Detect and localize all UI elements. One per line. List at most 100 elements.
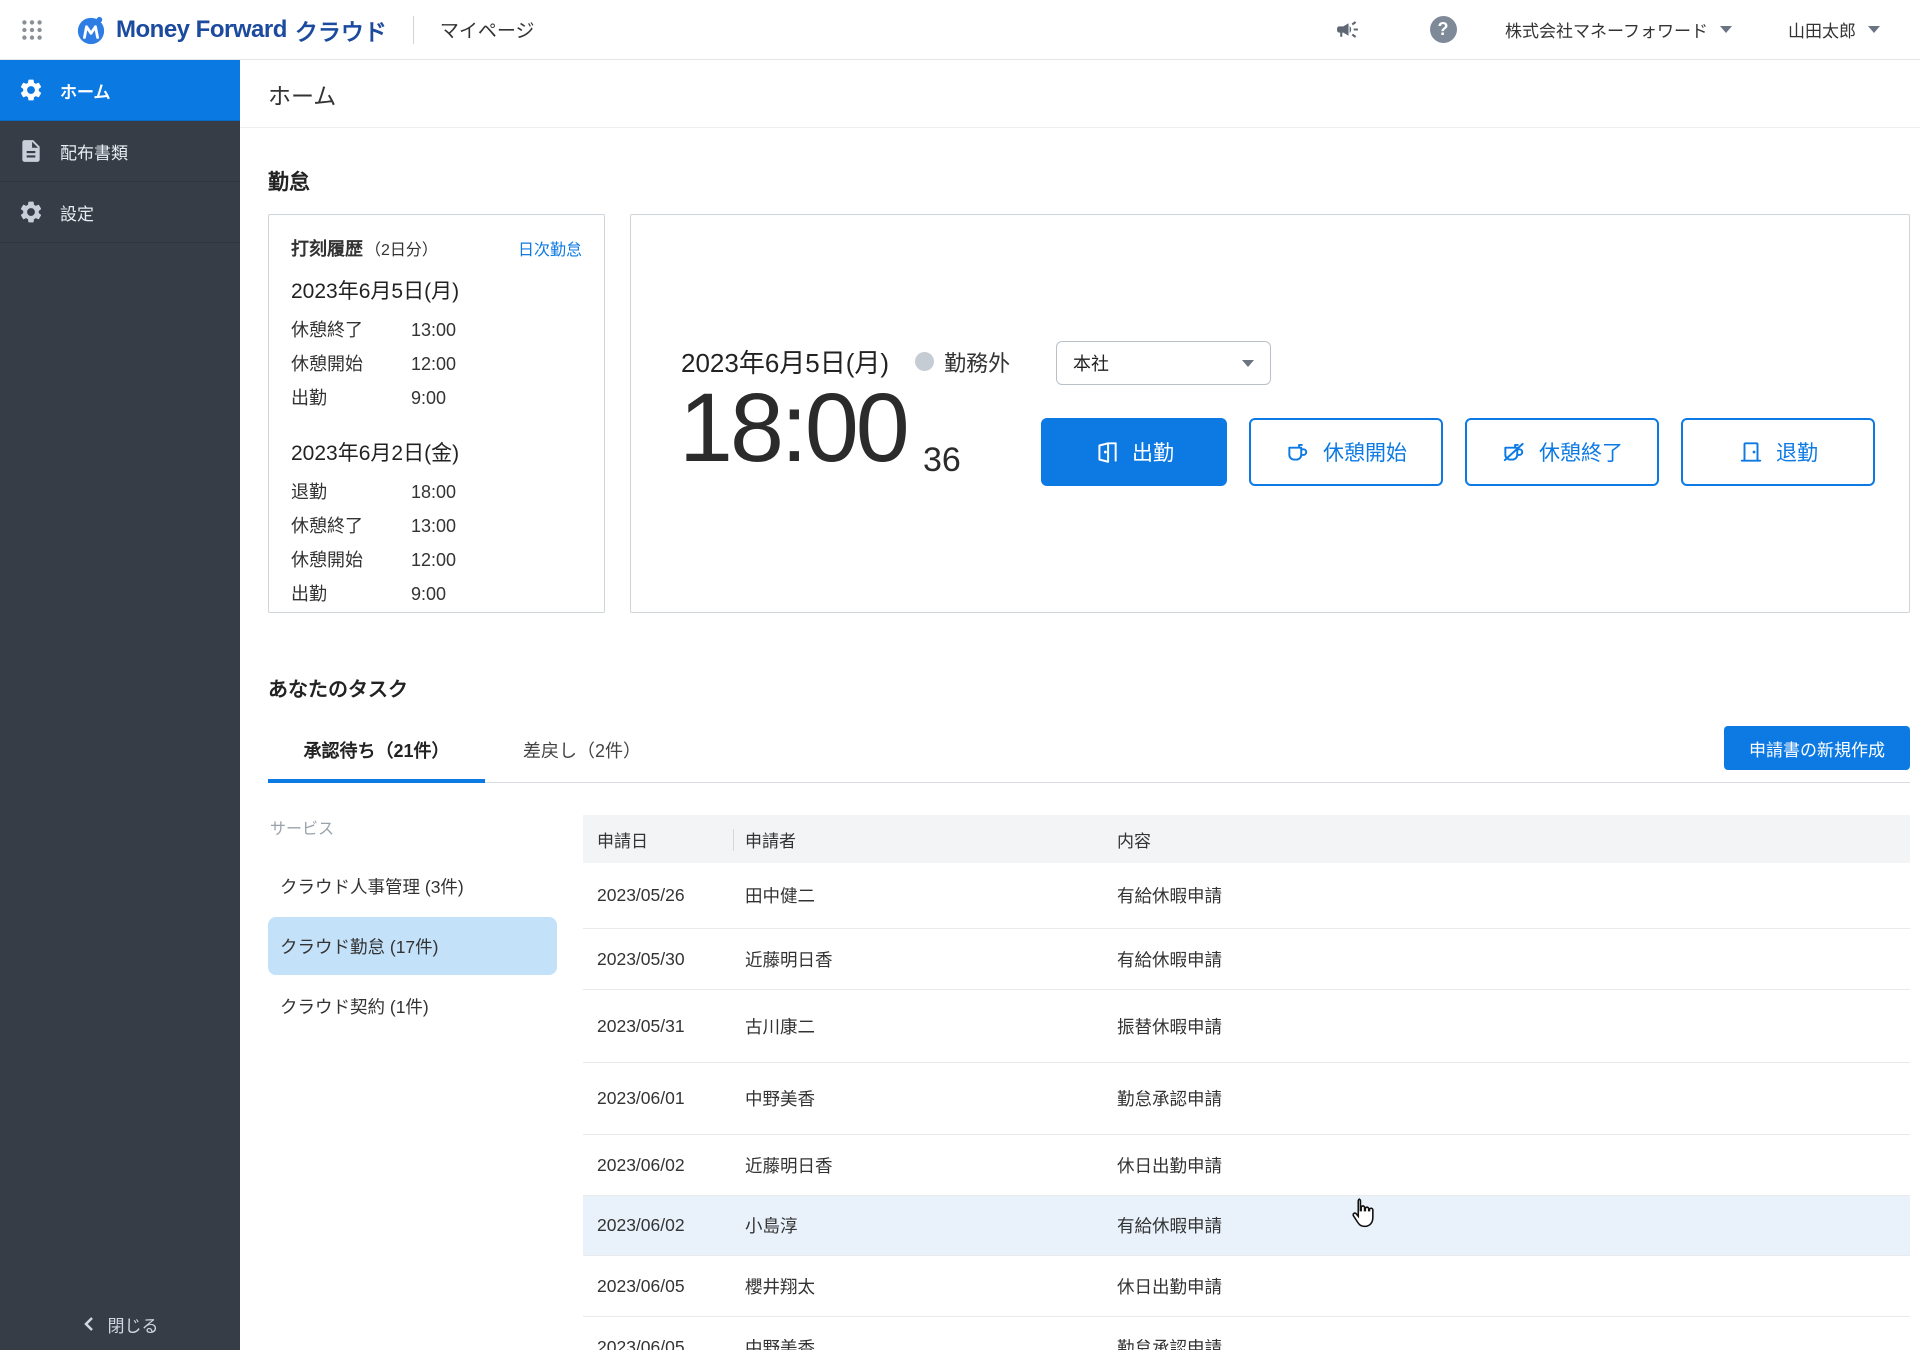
stamp-type: 退勤	[291, 475, 411, 509]
help-icon[interactable]: ?	[1425, 12, 1461, 48]
chevron-down-icon	[1868, 26, 1880, 33]
table-row-4[interactable]: 2023/06/02近藤明日香休日出勤申請	[583, 1135, 1910, 1196]
work-status-label: 勤務外	[944, 346, 1010, 378]
stamp-history-entry: 休憩開始12:00	[291, 347, 582, 381]
request-date: 2023/05/31	[597, 1016, 745, 1037]
daily-attendance-link[interactable]: 日次勤怠	[518, 236, 582, 260]
clock-button-1[interactable]: 休憩開始	[1249, 418, 1443, 486]
sidebar-item-2[interactable]: 設定	[0, 182, 240, 243]
tab-0[interactable]: 承認待ち（21件）	[268, 737, 485, 783]
table-row-2[interactable]: 2023/05/31古川康二振替休暇申請	[583, 990, 1910, 1063]
services-label: サービス	[268, 815, 557, 839]
stamp-type: 出勤	[291, 381, 411, 415]
stamp-type: 休憩終了	[291, 509, 411, 543]
stamp-type: 休憩開始	[291, 543, 411, 577]
brand-name: Money Forward	[116, 16, 287, 44]
stamp-type: 休憩終了	[291, 313, 411, 347]
break-end-cup-icon	[1501, 439, 1539, 465]
attendance-section-title: 勤怠	[268, 166, 1920, 196]
sidebar-item-label: 配布書類	[60, 139, 128, 164]
sidebar-close-button[interactable]: 閉じる	[0, 1298, 240, 1350]
page-title-bar: ホーム	[240, 60, 1920, 128]
apps-grid-icon[interactable]	[14, 12, 50, 48]
stamp-history-day: 2023年6月2日(金)退勤18:00休憩終了13:00休憩開始12:00出勤9…	[291, 437, 582, 611]
table-row-3[interactable]: 2023/06/01中野美香勤怠承認申請	[583, 1063, 1910, 1135]
stamp-history-entry: 休憩開始12:00	[291, 543, 582, 577]
stamp-history-entry: 出勤9:00	[291, 577, 582, 611]
header-divider	[413, 16, 414, 44]
clock-button-label: 休憩終了	[1539, 437, 1623, 467]
service-filter-list: サービス クラウド人事管理 (3件)クラウド勤怠 (17件)クラウド契約 (1件…	[268, 815, 557, 1350]
stamp-time: 12:00	[411, 543, 456, 577]
table-row-0[interactable]: 2023/05/26田中健二有給休暇申請	[583, 863, 1910, 929]
stamp-time: 12:00	[411, 347, 456, 381]
company-name: 株式会社マネーフォワード	[1505, 17, 1708, 42]
clock-button-label: 退勤	[1776, 437, 1818, 467]
table-row-5[interactable]: 2023/06/02小島淳有給休暇申請	[583, 1196, 1910, 1256]
chevron-left-icon	[82, 1316, 98, 1332]
table-column-header-1: 申請者	[745, 827, 1117, 852]
request-content: 休日出勤申請	[1117, 1153, 1910, 1178]
location-select[interactable]: 本社	[1056, 341, 1271, 385]
service-filter-item-1[interactable]: クラウド勤怠 (17件)	[268, 917, 557, 975]
clock-button-label: 休憩開始	[1323, 437, 1407, 467]
request-date: 2023/06/01	[597, 1088, 745, 1109]
table-row-7[interactable]: 2023/06/05中野美香勤怠承認申請	[583, 1317, 1910, 1350]
stamp-history-entry: 休憩終了13:00	[291, 313, 582, 347]
clock-button-2[interactable]: 休憩終了	[1465, 418, 1659, 486]
request-applicant: 近藤明日香	[745, 947, 1117, 972]
user-menu[interactable]: 山田太郎	[1788, 17, 1880, 42]
request-content: 振替休暇申請	[1117, 1014, 1910, 1039]
clock-button-label: 出勤	[1132, 437, 1174, 467]
table-row-6[interactable]: 2023/06/05櫻井翔太休日出勤申請	[583, 1256, 1910, 1317]
request-applicant: 中野美香	[745, 1086, 1117, 1111]
request-content: 有給休暇申請	[1117, 883, 1910, 908]
stamp-history-day: 2023年6月5日(月)休憩終了13:00休憩開始12:00出勤9:00	[291, 275, 582, 415]
create-request-button[interactable]: 申請書の新規作成	[1724, 726, 1910, 770]
clock-button-3[interactable]: 退勤	[1681, 418, 1875, 486]
sidebar-item-0[interactable]: ホーム	[0, 60, 240, 121]
brand-logo[interactable]: Money Forward クラウド	[76, 13, 387, 47]
sidebar-item-1[interactable]: 配布書類	[0, 121, 240, 182]
request-content: 勤怠承認申請	[1117, 1086, 1910, 1111]
stamp-time: 9:00	[411, 381, 446, 415]
money-forward-logo-icon	[76, 15, 106, 45]
stamp-history-entry: 退勤18:00	[291, 475, 582, 509]
stamp-history-panel: 打刻履歴 （2日分） 日次勤怠 2023年6月5日(月)休憩終了13:00休憩開…	[268, 214, 605, 613]
stamp-time: 18:00	[411, 475, 456, 509]
document-icon	[18, 138, 44, 164]
sidebar-item-label: ホーム	[60, 78, 111, 103]
request-date: 2023/06/02	[597, 1215, 745, 1236]
table-column-header-0: 申請日	[597, 827, 745, 852]
app-header: Money Forward クラウド マイページ ? 株式会社マネーフォワード …	[0, 0, 1920, 60]
sidebar: ホーム配布書類設定 閉じる	[0, 60, 240, 1350]
service-filter-item-0[interactable]: クラウド人事管理 (3件)	[268, 857, 557, 915]
stamp-type: 出勤	[291, 577, 411, 611]
nav-title-mypage: マイページ	[440, 16, 535, 43]
stamp-time: 13:00	[411, 313, 456, 347]
clock-button-0[interactable]: 出勤	[1041, 418, 1227, 486]
company-menu[interactable]: 株式会社マネーフォワード	[1505, 17, 1732, 42]
request-applicant: 小島淳	[745, 1213, 1117, 1238]
tasks-section-title: あなたのタスク	[268, 673, 1920, 702]
request-date: 2023/06/05	[597, 1276, 745, 1297]
user-name: 山田太郎	[1788, 17, 1856, 42]
table-row-1[interactable]: 2023/05/30近藤明日香有給休暇申請	[583, 929, 1910, 990]
clock-time: 18:00	[679, 379, 907, 476]
request-applicant: 近藤明日香	[745, 1153, 1117, 1178]
service-filter-item-2[interactable]: クラウド契約 (1件)	[268, 977, 557, 1035]
chevron-down-icon	[1720, 26, 1732, 33]
gear-icon	[18, 77, 44, 103]
time-clock-panel: 2023年6月5日(月) 勤務外 本社 18:00 36 出勤休憩開始休憩終了退…	[630, 214, 1910, 613]
sidebar-close-label: 閉じる	[108, 1312, 159, 1337]
work-status-dot-icon	[915, 352, 934, 371]
request-applicant: 中野美香	[745, 1335, 1117, 1350]
request-date: 2023/06/05	[597, 1337, 745, 1350]
exit-door-icon	[1738, 439, 1776, 465]
tab-1[interactable]: 差戻し（2件）	[507, 737, 657, 782]
announcements-megaphone-icon[interactable]	[1329, 12, 1365, 48]
gear-icon	[18, 199, 44, 225]
request-date: 2023/06/02	[597, 1155, 745, 1176]
clock-seconds: 36	[923, 441, 961, 480]
table-header-row: 申請日申請者内容	[583, 815, 1910, 863]
